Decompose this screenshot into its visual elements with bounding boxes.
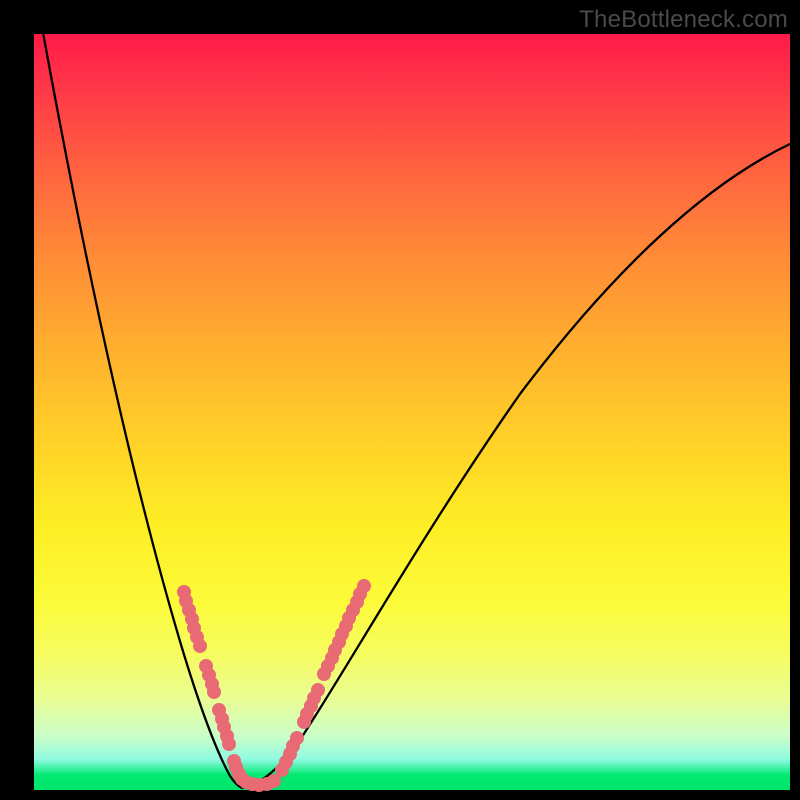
watermark-label: TheBottleneck.com [579, 6, 788, 34]
bead-group [177, 579, 371, 792]
chart-frame: TheBottleneck.com [0, 0, 800, 800]
bead-right-lower [290, 731, 304, 745]
plot-area [34, 34, 790, 790]
bead-right-mid [311, 683, 325, 697]
chart-svg [34, 34, 790, 790]
bead-left-mid [207, 685, 221, 699]
bead-left-upper [193, 639, 207, 653]
bead-right-upper [357, 579, 371, 593]
bead-left-lower [222, 737, 236, 751]
